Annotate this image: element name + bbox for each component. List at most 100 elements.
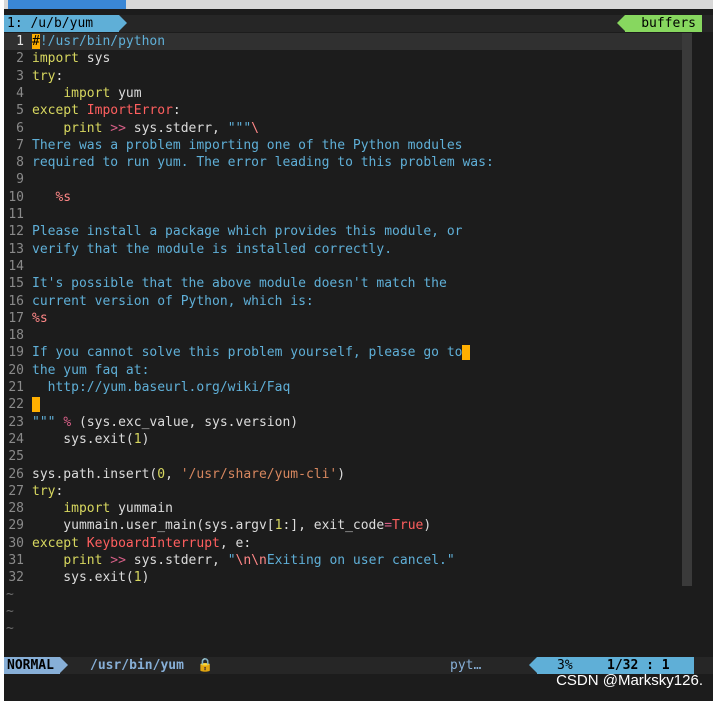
line-number: 26 — [8, 466, 24, 482]
code-line[interactable]: 24 sys.exit(1) — [4, 431, 684, 448]
line-number: 27 — [8, 483, 24, 499]
empty-line-tilde: ~ — [6, 621, 14, 637]
code-line[interactable]: 28 import yummain — [4, 500, 684, 517]
empty-line-tilde: ~ — [6, 586, 14, 602]
code-text: import sys — [32, 51, 111, 67]
code-line[interactable]: 25 — [4, 448, 684, 465]
code-line[interactable]: 9 — [4, 171, 684, 188]
line-number: 20 — [8, 362, 24, 378]
code-line[interactable]: 15 It's possible that the above module do… — [4, 275, 684, 292]
line-number: 9 — [16, 172, 24, 188]
code-line[interactable]: 12 Please install a package which provide… — [4, 223, 684, 240]
code-text: It's possible that the above module does… — [32, 276, 447, 292]
code-text: There was a problem importing one of the… — [32, 137, 463, 153]
line-number: 1 — [16, 34, 24, 49]
code-text: #!/usr/bin/python — [32, 34, 166, 49]
line-number: 5 — [16, 103, 24, 119]
code-text: Please install a package which provides … — [32, 224, 463, 240]
code-text: import yum — [63, 85, 142, 101]
code-text: except KeyboardInterrupt, e: — [32, 535, 252, 551]
code-line[interactable]: 6 print >> sys.stderr, """\ — [4, 120, 684, 137]
file-type: pyt… — [450, 658, 482, 673]
line-number: 29 — [8, 518, 24, 534]
code-line[interactable]: 23 """ % (sys.exc_value, sys.version) — [4, 414, 684, 431]
line-number: 15 — [8, 276, 24, 292]
code-text: import yummain — [63, 501, 173, 517]
title-tab[interactable] — [8, 0, 126, 9]
line-number: 14 — [8, 258, 24, 274]
line-number: 6 — [16, 120, 24, 136]
code-line[interactable]: 16 current version of Python, which is: — [4, 293, 684, 310]
line-number: 12 — [8, 224, 24, 240]
code-line[interactable]: 4 import yum — [4, 85, 684, 102]
code-text: required to run yum. The error leading t… — [32, 155, 494, 171]
code-text: sys.exit(1) — [32, 570, 150, 586]
code-text: sys.path.insert(0, '/usr/share/yum-cli') — [32, 466, 346, 482]
line-number: 2 — [16, 51, 24, 67]
lock-icon: 🔒 — [197, 658, 214, 673]
code-line[interactable]: 18 — [4, 327, 684, 344]
code-text: %s — [55, 189, 72, 205]
scrollbar[interactable] — [682, 33, 692, 586]
code-text: sys.exit(1) — [32, 431, 150, 447]
line-number: 4 — [16, 85, 24, 101]
line-number: 32 — [8, 570, 24, 586]
line-number: 3 — [16, 68, 24, 84]
code-line[interactable]: 5 except ImportError: — [4, 102, 684, 119]
line-number: 19 — [8, 345, 24, 361]
file-path: /usr/bin/yum — [90, 658, 184, 673]
code-text: try: — [32, 68, 64, 84]
code-line[interactable]: 22 — [4, 396, 684, 413]
code-line[interactable]: 29 yummain.user_main(sys.argv[1:], exit_… — [4, 517, 684, 534]
code-line[interactable]: 20 the yum faq at: — [4, 362, 684, 379]
code-line[interactable]: 27 try: — [4, 483, 684, 500]
line-number: 25 — [8, 449, 24, 465]
line-number: 10 — [8, 189, 24, 205]
mode-indicator: NORMAL — [4, 657, 68, 674]
code-text: print >> sys.stderr, """\ — [63, 120, 259, 136]
code-line[interactable]: 2 import sys — [4, 50, 684, 67]
code-text: yummain.user_main(sys.argv[1:], exit_cod… — [32, 518, 432, 534]
line-number: 24 — [8, 431, 24, 447]
vim-window[interactable]: 1: /u/b/yum buffers 1 #!/usr/bin/python 2 i… — [4, 0, 713, 701]
code-line[interactable]: 21 http://yum.baseurl.org/wiki/Faq — [4, 379, 684, 396]
line-number: 8 — [16, 155, 24, 171]
line-number: 23 — [8, 414, 24, 430]
line-number: 30 — [8, 535, 24, 551]
code-line[interactable]: 14 — [4, 258, 684, 275]
code-line[interactable]: 1 #!/usr/bin/python — [4, 33, 684, 51]
tab-current-buffer[interactable]: 1: /u/b/yum — [4, 15, 127, 32]
watermark: CSDN @Marksky126. — [556, 672, 703, 689]
line-number: 7 — [16, 137, 24, 153]
code-text: If you cannot solve this problem yoursel… — [32, 344, 471, 361]
code-line[interactable]: 13 verify that the module is installed co… — [4, 241, 684, 258]
code-text: except ImportError: — [32, 103, 181, 119]
code-text: current version of Python, which is: — [32, 293, 314, 309]
code-text: the yum faq at: — [32, 362, 150, 378]
line-number: 16 — [8, 293, 24, 309]
line-number: 11 — [8, 207, 24, 222]
code-line[interactable]: 11 — [4, 206, 684, 223]
code-line[interactable]: 3 try: — [4, 68, 684, 85]
code-text: """ % (sys.exc_value, sys.version) — [32, 414, 299, 430]
code-text: verify that the module is installed corr… — [32, 241, 393, 257]
title-strip — [4, 0, 713, 9]
code-text: try: — [32, 483, 64, 499]
line-number: 22 — [8, 397, 24, 413]
code-line[interactable]: 8 required to run yum. The error leading … — [4, 154, 684, 171]
code-text: %s — [32, 310, 48, 326]
code-line[interactable]: 30 except KeyboardInterrupt, e: — [4, 535, 684, 552]
code-line[interactable]: 10 %s — [4, 189, 684, 206]
code-text: print >> sys.stderr, "\n\nExiting on use… — [63, 553, 455, 568]
line-number: 18 — [8, 328, 24, 344]
code-line[interactable]: 32 sys.exit(1) — [4, 569, 684, 586]
code-line[interactable]: 17 %s — [4, 310, 684, 327]
code-text — [32, 396, 40, 413]
empty-line-tilde: ~ — [6, 603, 14, 619]
line-number: 31 — [8, 553, 24, 568]
code-line[interactable]: 26 sys.path.insert(0, '/usr/share/yum-cli… — [4, 466, 684, 483]
code-line[interactable]: 7 There was a problem importing one of th… — [4, 137, 684, 154]
line-number: 17 — [8, 310, 24, 326]
code-line[interactable]: 31 print >> sys.stderr, "\n\nExiting on … — [4, 552, 684, 569]
code-line[interactable]: 19 If you cannot solve this problem yours… — [4, 344, 684, 361]
